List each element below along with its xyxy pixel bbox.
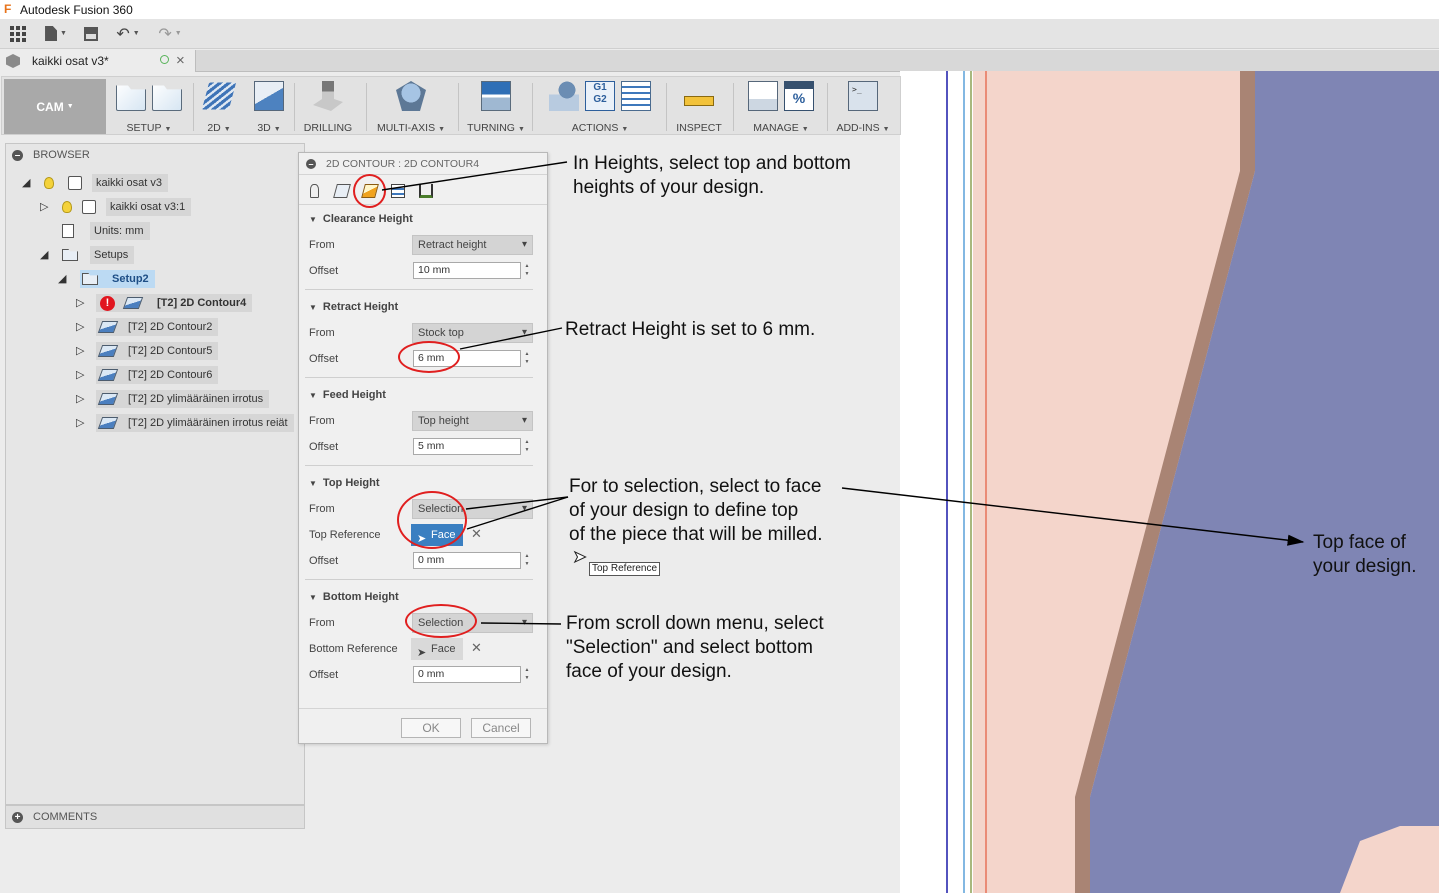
- annotation-bottom-selection: From scroll down menu, select "Selection…: [566, 613, 824, 682]
- mouse-cursor-icon: ➤: [572, 549, 587, 567]
- annotation-top-selection: For to selection, select to face of your…: [569, 476, 823, 545]
- annotation-retract: Retract Height is set to 6 mm.: [565, 319, 816, 340]
- annotation-arrows: [381, 161, 1305, 625]
- top-reference-tooltip: Top Reference: [589, 562, 661, 576]
- annotation-heights: In Heights, select top and bottom height…: [573, 153, 851, 198]
- annotation-top-face: Top face of your design.: [1313, 532, 1417, 577]
